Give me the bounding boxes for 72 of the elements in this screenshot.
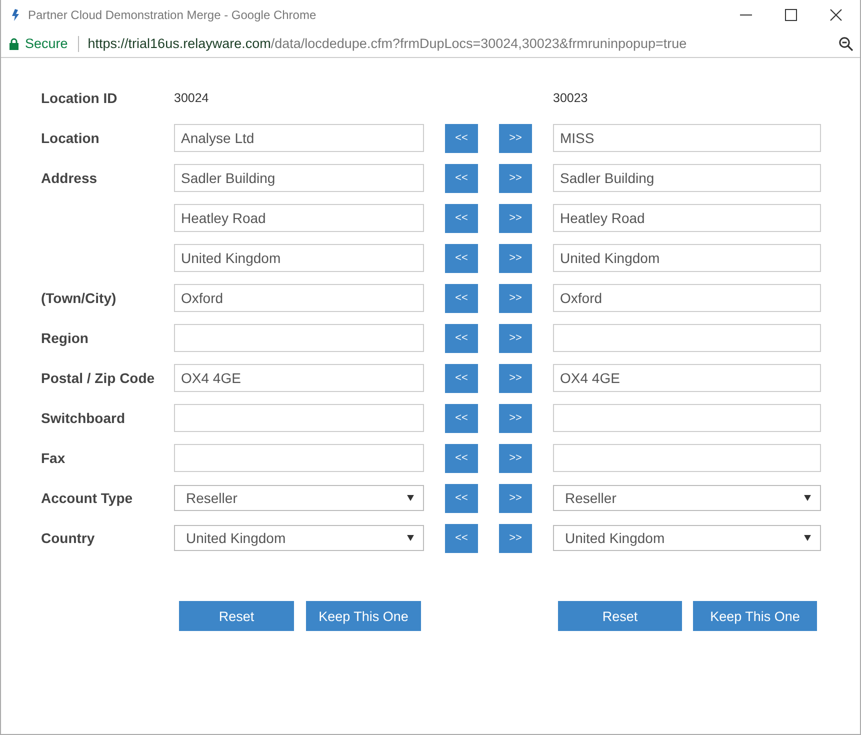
copy-left-button[interactable]: <<	[445, 204, 478, 232]
text-field[interactable]: Heatley Road	[553, 204, 821, 232]
caret-icon	[804, 495, 811, 501]
text-field[interactable]: United Kingdom	[174, 244, 424, 272]
field-label: Account Type	[41, 490, 134, 506]
copy-left-button[interactable]: <<	[445, 524, 478, 552]
maximize-icon[interactable]	[785, 9, 797, 21]
reset-button[interactable]: Reset	[179, 601, 294, 631]
caret-icon	[407, 495, 414, 501]
field-label: Location	[41, 130, 100, 146]
copy-left-button[interactable]: <<	[445, 244, 478, 272]
text-field[interactable]: MISS	[553, 124, 821, 152]
copy-right-button[interactable]: >>	[499, 284, 532, 312]
text-field[interactable]	[553, 444, 821, 472]
dropdown[interactable]: Reseller	[174, 485, 424, 511]
lock-icon	[9, 38, 19, 50]
text-field[interactable]	[174, 444, 424, 472]
text-field[interactable]: Oxford	[553, 284, 821, 312]
text-field[interactable]: Analyse Ltd	[174, 124, 424, 152]
copy-right-button[interactable]: >>	[499, 244, 532, 272]
copy-right-button[interactable]: >>	[499, 484, 532, 512]
location-id-value: 30024	[174, 91, 210, 105]
security-label[interactable]: Secure	[25, 36, 68, 51]
text-field[interactable]: Sadler Building	[553, 164, 821, 192]
copy-left-button[interactable]: <<	[445, 404, 478, 432]
text-field[interactable]: Heatley Road	[174, 204, 424, 232]
copy-left-button[interactable]: <<	[445, 124, 478, 152]
copy-right-button[interactable]: >>	[499, 404, 532, 432]
copy-left-button[interactable]: <<	[445, 484, 478, 512]
copy-right-button[interactable]: >>	[499, 324, 532, 352]
keep-button[interactable]: Keep This One	[306, 601, 421, 631]
text-field[interactable]: OX4 4GE	[174, 364, 424, 392]
field-label: Postal / Zip Code	[41, 370, 156, 386]
app-icon	[10, 9, 22, 21]
field-label: Country	[41, 530, 96, 546]
field-label: Fax	[41, 450, 66, 466]
text-field[interactable]: OX4 4GE	[553, 364, 821, 392]
field-label: Address	[41, 170, 98, 186]
copy-right-button[interactable]: >>	[499, 444, 532, 472]
copy-left-button[interactable]: <<	[445, 364, 478, 392]
reset-button[interactable]: Reset	[558, 601, 682, 631]
close-icon[interactable]	[830, 9, 842, 21]
copy-left-button[interactable]: <<	[445, 444, 478, 472]
caret-icon	[407, 535, 414, 541]
caret-icon	[804, 535, 811, 541]
copy-right-button[interactable]: >>	[499, 124, 532, 152]
field-label: Location ID	[41, 90, 118, 106]
copy-right-button[interactable]: >>	[499, 524, 532, 552]
text-field[interactable]: Sadler Building	[174, 164, 424, 192]
text-field[interactable]: Oxford	[174, 284, 424, 312]
window-title: Partner Cloud Demonstration Merge - Google Chrome	[28, 8, 316, 22]
text-field[interactable]	[553, 404, 821, 432]
copy-right-button[interactable]: >>	[499, 204, 532, 232]
location-id-value: 30023	[553, 91, 588, 105]
dropdown[interactable]: United Kingdom	[553, 525, 821, 551]
keep-button[interactable]: Keep This One	[693, 601, 817, 631]
field-label: Region	[41, 330, 90, 346]
copy-left-button[interactable]: <<	[445, 284, 478, 312]
text-field[interactable]	[553, 324, 821, 352]
magnifier-icon[interactable]	[839, 36, 853, 50]
copy-right-button[interactable]: >>	[499, 164, 532, 192]
copy-right-button[interactable]: >>	[499, 364, 532, 392]
url-text[interactable]: https://trial16us.relayware.com/data/locdedupe.cfm?frmDupLocs=30024,30023&frmruninpopup=true	[88, 36, 687, 51]
text-field[interactable]: United Kingdom	[553, 244, 821, 272]
dropdown[interactable]: Reseller	[553, 485, 821, 511]
copy-left-button[interactable]: <<	[445, 164, 478, 192]
text-field[interactable]	[174, 404, 424, 432]
text-field[interactable]	[174, 324, 424, 352]
copy-left-button[interactable]: <<	[445, 324, 478, 352]
dropdown[interactable]: United Kingdom	[174, 525, 424, 551]
field-label: (Town/City)	[41, 290, 118, 306]
field-label: Switchboard	[41, 410, 126, 426]
